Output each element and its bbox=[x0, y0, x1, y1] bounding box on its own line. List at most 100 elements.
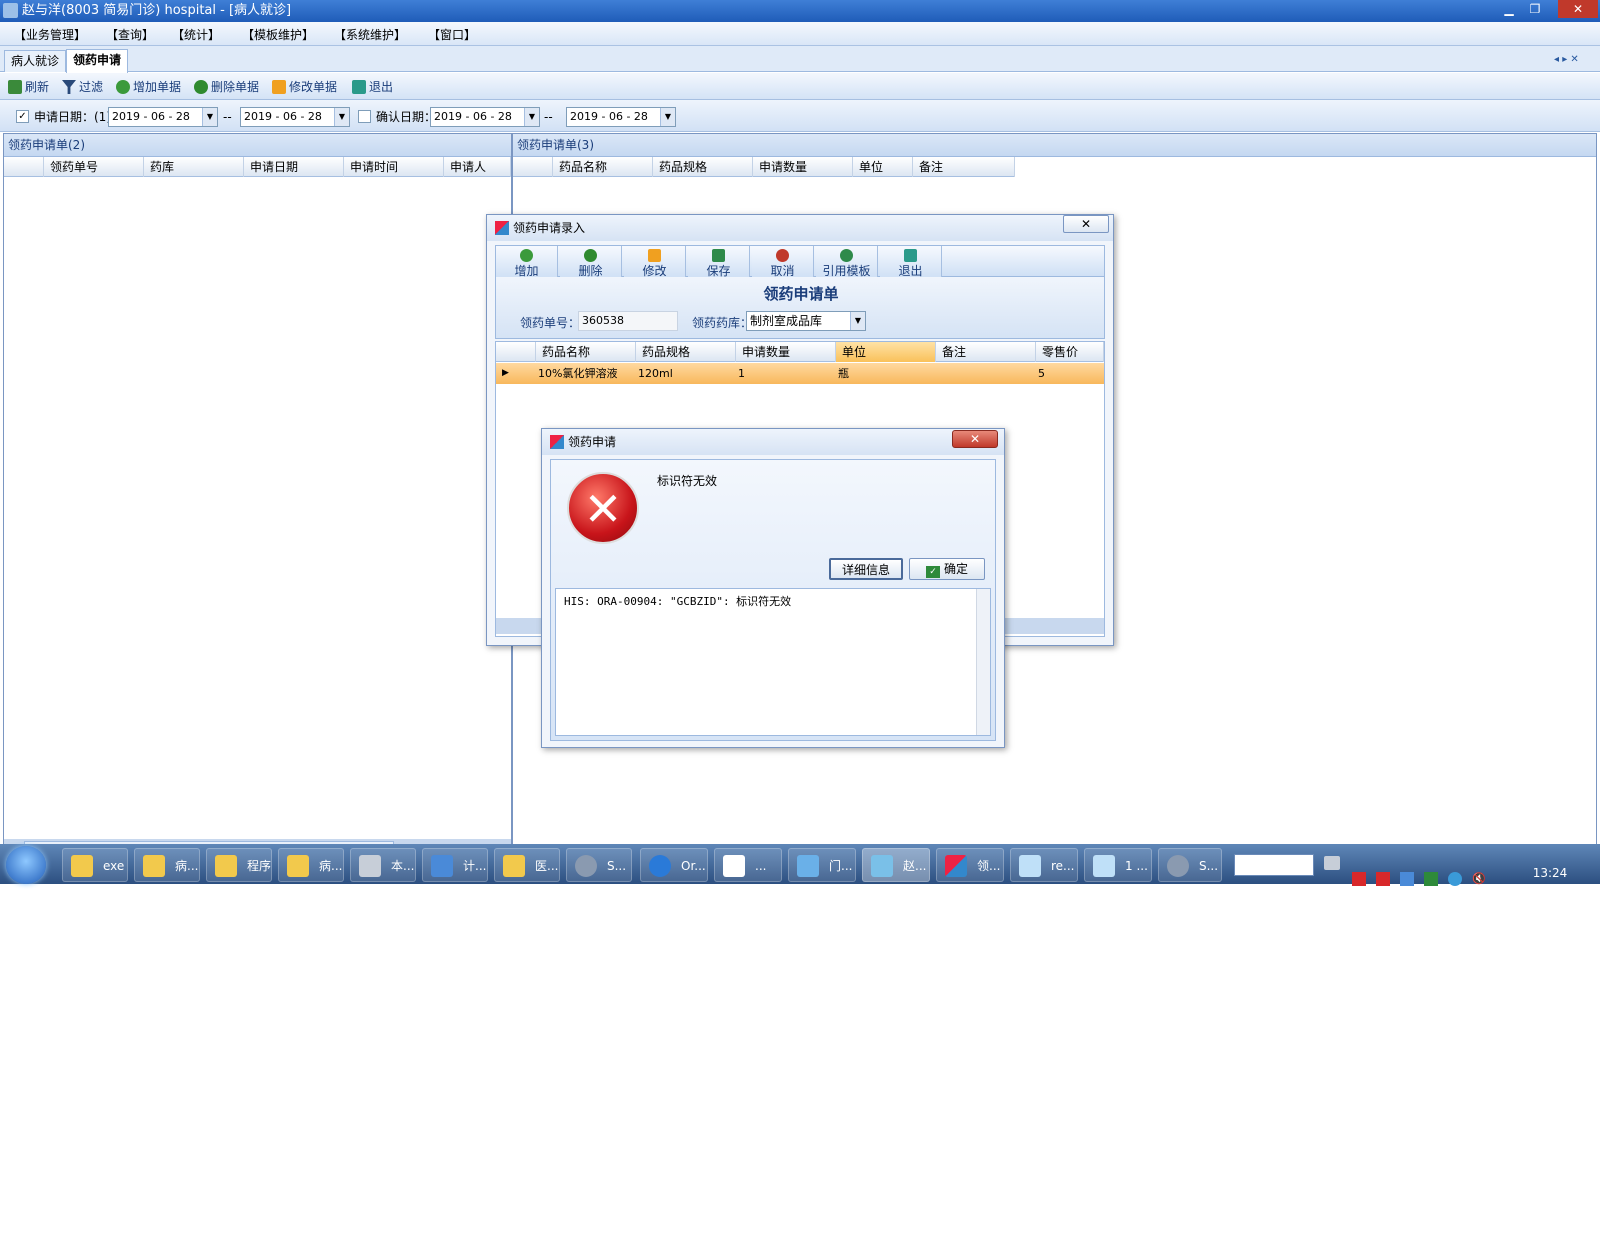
column-header[interactable]: 申请日期 bbox=[244, 157, 344, 177]
tray-app-icon[interactable] bbox=[1424, 872, 1438, 886]
minimize-icon[interactable]: ▁ bbox=[1496, 0, 1522, 18]
warehouse-select[interactable]: 制剂室成品库 ▼ bbox=[746, 311, 866, 331]
error-detail-textarea[interactable]: HIS: ORA-00904: "GCBZID": 标识符无效 bbox=[555, 588, 991, 736]
column-header[interactable]: 领药单号 bbox=[44, 157, 144, 177]
refresh-button[interactable]: 刷新 bbox=[8, 78, 49, 95]
apply-date-checkbox[interactable]: ✓ bbox=[16, 110, 29, 123]
taskbar-item[interactable]: 计... bbox=[422, 848, 488, 882]
confirm-date-checkbox[interactable] bbox=[358, 110, 371, 123]
taskbar-item[interactable]: S... bbox=[1158, 848, 1222, 882]
menu-business[interactable]: 【业务管理】 bbox=[14, 26, 86, 43]
taskbar-item[interactable]: 病... bbox=[134, 848, 200, 882]
entry-dialog-title: 领药申请录入 bbox=[513, 221, 586, 235]
apply-date-from[interactable]: 2019 - 06 - 28 ▼ bbox=[108, 107, 218, 127]
filter-button[interactable]: 过滤 bbox=[62, 78, 103, 95]
confirm-date-from[interactable]: 2019 - 06 - 28 ▼ bbox=[430, 107, 540, 127]
cancel-button[interactable]: 取消 bbox=[752, 246, 814, 278]
detail-vertical-scrollbar[interactable] bbox=[976, 589, 990, 735]
taskbar-item[interactable]: 程序 bbox=[206, 848, 272, 882]
taskbar-item[interactable]: exe bbox=[62, 848, 128, 882]
cell-drug-spec[interactable]: 120ml bbox=[638, 363, 673, 384]
tray-network-icon[interactable] bbox=[1400, 872, 1414, 886]
column-header[interactable]: 零售价 bbox=[1036, 342, 1104, 362]
order-no-field[interactable]: 360538 bbox=[578, 311, 678, 331]
taskbar-item[interactable]: ... bbox=[714, 848, 782, 882]
column-header[interactable]: 备注 bbox=[936, 342, 1036, 362]
add-document-button[interactable]: 增加单据 bbox=[116, 78, 181, 95]
chevron-down-icon[interactable]: ▼ bbox=[334, 108, 349, 126]
tab-nav-icons[interactable]: ◂ ▸ ✕ bbox=[1554, 54, 1579, 65]
column-header[interactable]: 药库 bbox=[144, 157, 244, 177]
apply-date-to[interactable]: 2019 - 06 - 28 ▼ bbox=[240, 107, 350, 127]
column-header[interactable]: 单位 bbox=[853, 157, 913, 177]
add-icon bbox=[520, 249, 533, 262]
menu-window[interactable]: 【窗口】 bbox=[428, 26, 476, 43]
entry-grid-header: 药品名称 药品规格 申请数量 单位 备注 零售价 bbox=[496, 342, 1104, 362]
column-header[interactable]: 单位 bbox=[836, 342, 936, 362]
chevron-down-icon[interactable]: ▼ bbox=[850, 312, 865, 330]
start-button[interactable] bbox=[6, 846, 46, 884]
menu-template[interactable]: 【模板维护】 bbox=[242, 26, 314, 43]
taskbar-item[interactable]: 本... bbox=[350, 848, 416, 882]
column-header[interactable]: 药品规格 bbox=[653, 157, 753, 177]
cell-drug-name[interactable]: 10%氯化钾溶液 bbox=[538, 363, 617, 384]
taskbar-item[interactable]: 病... bbox=[278, 848, 344, 882]
column-header[interactable]: 申请数量 bbox=[736, 342, 836, 362]
column-header[interactable]: 药品名称 bbox=[553, 157, 653, 177]
chevron-down-icon[interactable]: ▼ bbox=[524, 108, 539, 126]
taskbar-item[interactable]: 门... bbox=[788, 848, 856, 882]
confirm-date-to[interactable]: 2019 - 06 - 28 ▼ bbox=[566, 107, 676, 127]
taskbar-item[interactable]: S... bbox=[566, 848, 632, 882]
tab-drug-request[interactable]: 领药申请 bbox=[66, 49, 129, 73]
exit-button[interactable]: 退出 bbox=[880, 246, 942, 278]
exit-icon bbox=[352, 80, 366, 94]
menu-system[interactable]: 【系统维护】 bbox=[334, 26, 406, 43]
dialog-app-icon bbox=[495, 221, 509, 235]
taskbar-item[interactable]: re... bbox=[1010, 848, 1078, 882]
column-header[interactable]: 申请数量 bbox=[753, 157, 853, 177]
clock-time[interactable]: 13:24 bbox=[1510, 866, 1590, 880]
column-header[interactable]: 药品规格 bbox=[636, 342, 736, 362]
input-method-box[interactable] bbox=[1234, 854, 1314, 876]
use-template-button[interactable]: 引用模板 bbox=[816, 246, 878, 278]
column-header[interactable]: 申请人 bbox=[444, 157, 511, 177]
row-header-corner bbox=[513, 157, 553, 177]
cell-quantity[interactable]: 1 bbox=[738, 363, 745, 384]
column-header[interactable]: 申请时间 bbox=[344, 157, 444, 177]
chevron-down-icon[interactable]: ▼ bbox=[202, 108, 217, 126]
cell-unit[interactable]: 瓶 bbox=[838, 363, 849, 384]
taskbar-item-active[interactable]: 赵... bbox=[862, 848, 930, 882]
delete-button[interactable]: 删除 bbox=[560, 246, 622, 278]
clock-date[interactable]: 2019-06-28 bbox=[1504, 884, 1594, 898]
taskbar-item[interactable]: Or... bbox=[640, 848, 708, 882]
tray-shield-icon[interactable] bbox=[1376, 872, 1390, 886]
tray-search-icon[interactable] bbox=[1448, 872, 1462, 886]
tab-patient-visit[interactable]: 病人就诊 bbox=[4, 50, 67, 72]
chevron-down-icon[interactable]: ▼ bbox=[660, 108, 675, 126]
details-button[interactable]: 详细信息 bbox=[829, 558, 903, 580]
delete-document-button[interactable]: 删除单据 bbox=[194, 78, 259, 95]
window-title: 赵与洋(8003 简易门诊) hospital - [病人就诊] bbox=[22, 3, 292, 18]
tray-shield-icon[interactable] bbox=[1352, 872, 1366, 886]
close-icon[interactable]: ✕ bbox=[1558, 0, 1598, 18]
cell-retail-price[interactable]: 5 bbox=[1038, 363, 1045, 384]
edit-button[interactable]: 修改 bbox=[624, 246, 686, 278]
column-header[interactable]: 药品名称 bbox=[536, 342, 636, 362]
taskbar-item[interactable]: 领... bbox=[936, 848, 1004, 882]
volume-muted-icon[interactable]: 🔇 bbox=[1472, 872, 1486, 886]
table-row[interactable]: ▶ 10%氯化钾溶液 120ml 1 瓶 5 bbox=[496, 363, 1104, 384]
edit-document-button[interactable]: 修改单据 bbox=[272, 78, 337, 95]
ok-button[interactable]: ✓ 确定 bbox=[909, 558, 985, 580]
keyboard-icon[interactable] bbox=[1324, 856, 1340, 870]
menu-statistics[interactable]: 【统计】 bbox=[172, 26, 220, 43]
add-button[interactable]: 增加 bbox=[496, 246, 558, 278]
restore-icon[interactable]: ❐ bbox=[1522, 0, 1548, 18]
save-button[interactable]: 保存 bbox=[688, 246, 750, 278]
taskbar-item[interactable]: 医... bbox=[494, 848, 560, 882]
close-icon[interactable]: ✕ bbox=[1063, 215, 1109, 233]
close-icon[interactable]: ✕ bbox=[952, 430, 998, 448]
column-header[interactable]: 备注 bbox=[913, 157, 1015, 177]
exit-button[interactable]: 退出 bbox=[352, 78, 393, 95]
menu-query[interactable]: 【查询】 bbox=[106, 26, 154, 43]
taskbar-item[interactable]: 1 ... bbox=[1084, 848, 1152, 882]
